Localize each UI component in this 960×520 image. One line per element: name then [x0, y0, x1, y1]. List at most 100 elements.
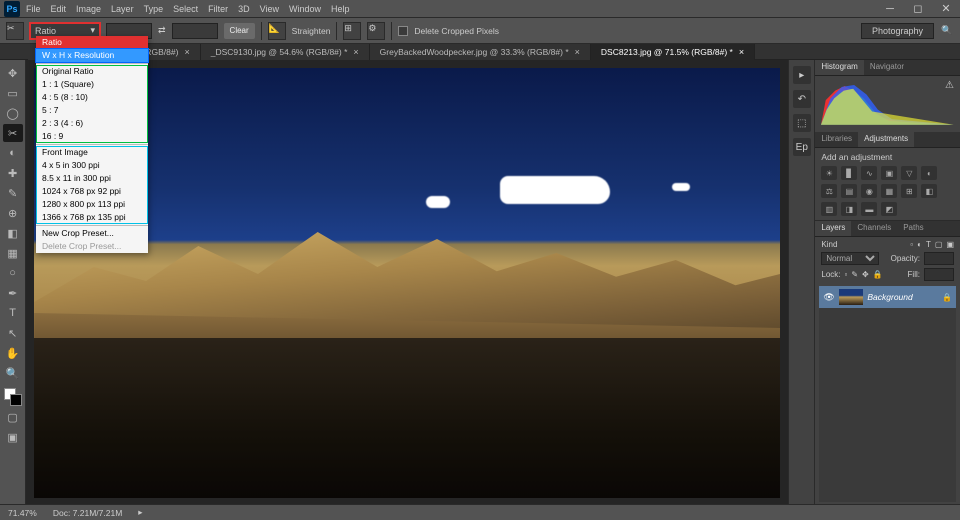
tab-3[interactable]: DSC8213.jpg @ 71.5% (RGB/8#) *×	[591, 44, 755, 60]
blend-mode[interactable]: Normal	[821, 252, 879, 265]
preset-4-5[interactable]: 4 : 5 (8 : 10)	[36, 91, 148, 104]
colorbal-icon[interactable]: ⚖	[821, 184, 837, 198]
lock-pos-icon[interactable]: ✥	[862, 270, 869, 279]
pen-tool[interactable]: ✒	[3, 284, 23, 302]
close-icon[interactable]: ×	[353, 47, 358, 57]
eyedropper-tool[interactable]: ◐	[3, 144, 23, 162]
hand-tool[interactable]: ✋	[3, 344, 23, 362]
settings-icon[interactable]: ⚙	[367, 22, 385, 40]
healing-tool[interactable]: ✚	[3, 164, 23, 182]
menu-edit[interactable]: Edit	[51, 4, 67, 14]
preset-16-9[interactable]: 16 : 9	[36, 130, 148, 143]
lock-trans-icon[interactable]: ▫	[845, 270, 848, 279]
minimize-button[interactable]: ─	[876, 0, 904, 18]
close-icon[interactable]: ×	[184, 47, 189, 57]
filter-smart-icon[interactable]: ▣	[946, 240, 954, 249]
close-icon[interactable]: ×	[575, 47, 580, 57]
exposure-icon[interactable]: ▣	[881, 166, 897, 180]
mixer-icon[interactable]: ▦	[881, 184, 897, 198]
history-icon[interactable]: ↶	[793, 90, 811, 108]
menu-layer[interactable]: Layer	[111, 4, 134, 14]
actions-icon[interactable]: ⬚	[793, 114, 811, 132]
crop-tool[interactable]: ✂	[3, 124, 23, 142]
brush-tool[interactable]: ✎	[3, 184, 23, 202]
preset-5-7[interactable]: 5 : 7	[36, 104, 148, 117]
preset-size-3[interactable]: 1280 x 800 px 113 ppi	[36, 198, 148, 211]
lookup-icon[interactable]: ⊞	[901, 184, 917, 198]
invert-icon[interactable]: ◧	[921, 184, 937, 198]
straighten-icon[interactable]: 📐	[268, 22, 286, 40]
zoom-level[interactable]: 71.47%	[8, 508, 37, 518]
menu-filter[interactable]: Filter	[208, 4, 228, 14]
tab-2[interactable]: GreyBackedWoodpecker.jpg @ 33.3% (RGB/8#…	[370, 44, 591, 60]
preset-1-1[interactable]: 1 : 1 (Square)	[36, 78, 148, 91]
preset-ratio[interactable]: Ratio	[36, 36, 148, 49]
height-input[interactable]	[172, 23, 218, 39]
preset-size-2[interactable]: 1024 x 768 px 92 ppi	[36, 185, 148, 198]
screenmode-tool[interactable]: ▣	[3, 428, 23, 446]
expand-icon[interactable]: ▸	[793, 66, 811, 84]
preset-size-0[interactable]: 4 x 5 in 300 ppi	[36, 159, 148, 172]
adjustments-tab[interactable]: Adjustments	[858, 132, 914, 147]
close-icon[interactable]: ×	[739, 47, 744, 57]
type-tool[interactable]: T	[3, 304, 23, 322]
search-icon[interactable]: 🔍	[940, 25, 954, 36]
color-swatch[interactable]	[4, 388, 22, 406]
filter-adj-icon[interactable]: ◐	[917, 240, 922, 249]
ep-icon[interactable]: Ep	[793, 138, 811, 156]
delete-cropped-checkbox[interactable]	[398, 26, 408, 36]
filter-pixel-icon[interactable]: ▫	[910, 240, 913, 249]
menu-type[interactable]: Type	[144, 4, 164, 14]
tab-1[interactable]: _DSC9130.jpg @ 54.6% (RGB/8#) *×	[201, 44, 370, 60]
lasso-tool[interactable]: ◯	[3, 104, 23, 122]
close-button[interactable]: ✕	[932, 0, 960, 18]
menu-window[interactable]: Window	[289, 4, 321, 14]
fill-input[interactable]	[924, 268, 954, 281]
channels-tab[interactable]: Channels	[851, 221, 897, 236]
preset-original[interactable]: Original Ratio	[36, 65, 148, 78]
stamp-tool[interactable]: ⊕	[3, 204, 23, 222]
layer-background[interactable]: 👁 Background 🔒	[819, 286, 956, 308]
gradmap-icon[interactable]: ▬	[861, 202, 877, 216]
eraser-tool[interactable]: ◧	[3, 224, 23, 242]
visibility-icon[interactable]: 👁	[823, 292, 835, 303]
hue-icon[interactable]: ◐	[921, 166, 937, 180]
path-tool[interactable]: ↖	[3, 324, 23, 342]
curves-icon[interactable]: ∿	[861, 166, 877, 180]
filter-shape-icon[interactable]: ▢	[935, 240, 943, 249]
filter-type-icon[interactable]: T	[926, 240, 931, 249]
preset-2-3[interactable]: 2 : 3 (4 : 6)	[36, 117, 148, 130]
clear-button[interactable]: Clear	[224, 23, 255, 39]
menu-image[interactable]: Image	[76, 4, 101, 14]
layers-tab[interactable]: Layers	[815, 221, 851, 236]
navigator-tab[interactable]: Navigator	[864, 60, 910, 75]
menu-select[interactable]: Select	[173, 4, 198, 14]
lock-pixel-icon[interactable]: ✎	[851, 270, 858, 279]
threshold-icon[interactable]: ◨	[841, 202, 857, 216]
selective-icon[interactable]: ◩	[881, 202, 897, 216]
new-crop-preset[interactable]: New Crop Preset...	[36, 227, 148, 240]
bw-icon[interactable]: ▤	[841, 184, 857, 198]
warning-icon[interactable]: ⚠	[945, 80, 954, 91]
poster-icon[interactable]: ▥	[821, 202, 837, 216]
marquee-tool[interactable]: ▭	[3, 84, 23, 102]
move-tool[interactable]: ✥	[3, 64, 23, 82]
vibrance-icon[interactable]: ▽	[901, 166, 917, 180]
photo-icon[interactable]: ◉	[861, 184, 877, 198]
brightness-icon[interactable]: ☀	[821, 166, 837, 180]
histogram-tab[interactable]: Histogram	[815, 60, 863, 75]
preset-wxh[interactable]: W x H x Resolution	[36, 49, 148, 62]
gradient-tool[interactable]: ▦	[3, 244, 23, 262]
opacity-input[interactable]	[924, 252, 954, 265]
menu-3d[interactable]: 3D	[238, 4, 250, 14]
status-arrow-icon[interactable]: ▸	[138, 507, 142, 518]
overlay-icon[interactable]: ⊞	[343, 22, 361, 40]
workspace-selector[interactable]: Photography	[861, 23, 934, 39]
levels-icon[interactable]: ▊	[841, 166, 857, 180]
paths-tab[interactable]: Paths	[897, 221, 929, 236]
swap-icon[interactable]: ⇄	[158, 25, 166, 36]
menu-file[interactable]: File	[26, 4, 41, 14]
dodge-tool[interactable]: ○	[3, 264, 23, 282]
preset-size-4[interactable]: 1366 x 768 px 135 ppi	[36, 211, 148, 224]
quickmask-tool[interactable]: ▢	[3, 408, 23, 426]
